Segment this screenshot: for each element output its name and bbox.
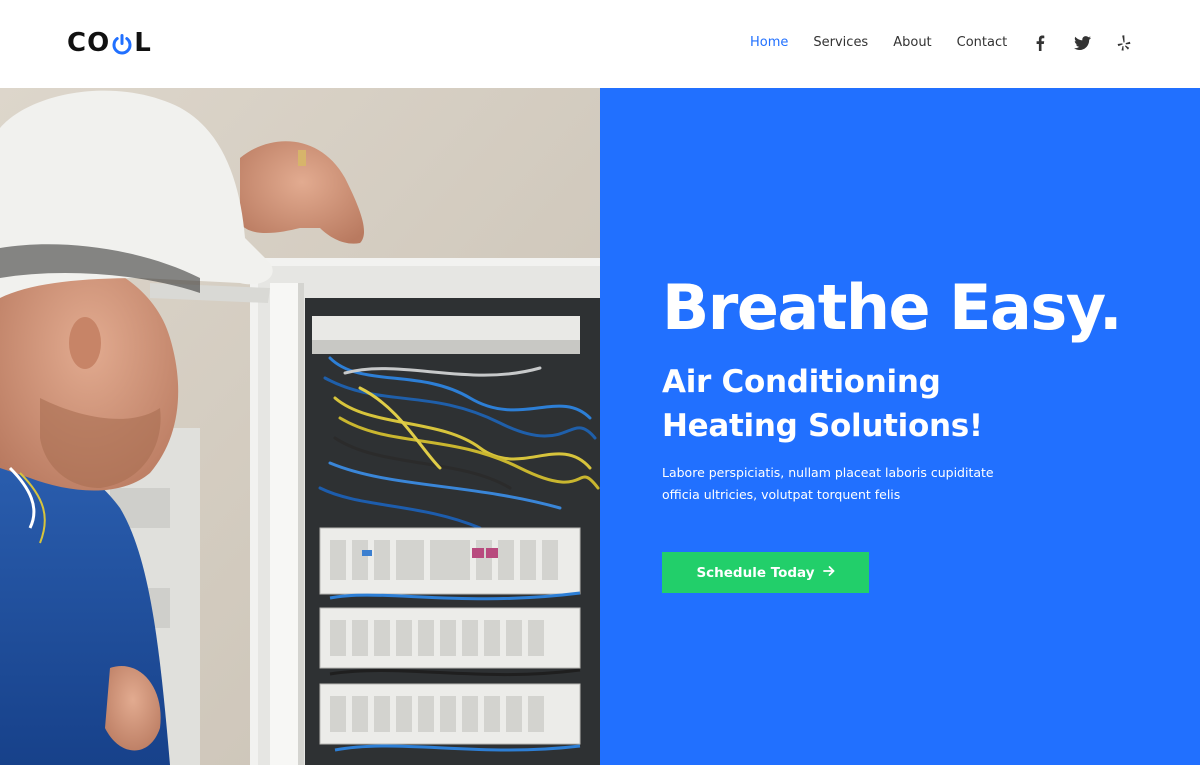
arrow-right-icon	[822, 565, 835, 581]
electrician-photo-illustration	[0, 88, 600, 765]
schedule-today-button[interactable]: Schedule Today	[662, 552, 869, 593]
hero-subhead-line-2: Heating Solutions!	[662, 408, 983, 444]
nav-home[interactable]: Home	[750, 33, 788, 53]
yelp-icon[interactable]	[1115, 34, 1133, 52]
power-icon	[111, 32, 133, 55]
main-nav: Home Services About Contact	[750, 33, 1032, 53]
logo-text-left: CO	[67, 28, 111, 58]
nav-about[interactable]: About	[893, 33, 931, 53]
hero-panel: Breathe Easy. Air Conditioning Heating S…	[600, 88, 1200, 765]
hero-lede-line-2: officia ultricies, volutpat torquent fel…	[662, 487, 901, 502]
hero-lede-line-1: Labore perspiciatis, nullam placeat labo…	[662, 465, 994, 480]
hero-lede: Labore perspiciatis, nullam placeat labo…	[662, 462, 1022, 506]
hero-photo	[0, 88, 600, 765]
site-header: CO L Home Services About Contact	[0, 0, 1200, 88]
hero-subhead: Air Conditioning Heating Solutions!	[662, 360, 1102, 448]
social-links	[1031, 34, 1133, 52]
twitter-icon[interactable]	[1073, 34, 1091, 52]
nav-contact[interactable]: Contact	[957, 33, 1008, 53]
logo[interactable]: CO L	[67, 28, 152, 58]
nav-services[interactable]: Services	[813, 33, 868, 53]
facebook-icon[interactable]	[1031, 34, 1049, 52]
hero-subhead-line-1: Air Conditioning	[662, 364, 941, 400]
logo-text-right: L	[134, 28, 152, 58]
schedule-today-label: Schedule Today	[696, 564, 815, 581]
hero-headline: Breathe Easy.	[662, 271, 1123, 344]
